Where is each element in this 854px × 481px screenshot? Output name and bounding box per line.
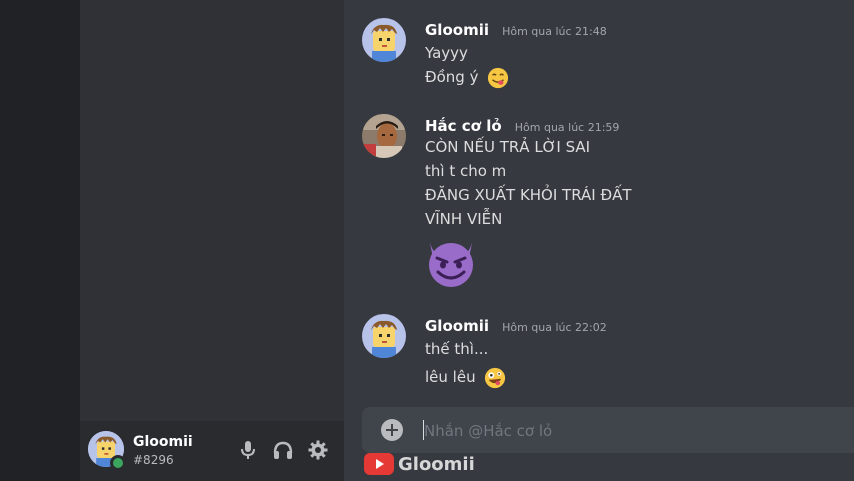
message-timestamp: Hôm qua lúc 22:02 — [502, 321, 607, 334]
message-input[interactable] — [422, 415, 846, 447]
message-author[interactable]: Hắc cơ lỏ — [425, 117, 502, 135]
avatar[interactable] — [362, 114, 406, 158]
zany-face-icon — [485, 367, 506, 388]
panel-user-tag: #8296 — [133, 453, 174, 467]
yum-face-icon — [488, 67, 509, 88]
message-text: thế thì... — [425, 340, 489, 358]
avatar[interactable] — [362, 18, 406, 62]
message-timestamp: Hôm qua lúc 21:59 — [514, 121, 620, 134]
add-attachment-icon[interactable] — [380, 418, 404, 442]
chat-area: Gloomii Hôm qua lúc 21:48 Yayyy Đồng ý H… — [344, 0, 854, 481]
online-status-indicator — [110, 455, 126, 471]
message-text: Đồng ý — [425, 68, 479, 86]
message-text: thì t cho m — [425, 162, 507, 180]
message-text-row: Đồng ý — [425, 66, 509, 88]
message-text: ĐĂNG XUẤT KHỎI TRÁI ĐẤT — [425, 186, 632, 204]
message-composer — [362, 407, 854, 453]
headphones-icon — [273, 441, 293, 459]
message-author[interactable]: Gloomii — [425, 317, 489, 335]
gear-icon — [308, 440, 328, 460]
message-text: VĨNH VIỄN — [425, 210, 503, 228]
message-text-row: lêu lêu — [425, 366, 506, 388]
panel-username: Gloomii — [133, 434, 193, 450]
watermark-text: Gloomii — [398, 453, 475, 475]
watermark: Gloomii — [364, 452, 475, 476]
message-timestamp: Hôm qua lúc 21:48 — [502, 25, 607, 38]
microphone-icon — [241, 441, 255, 459]
channel-sidebar: Gloomii #8296 — [80, 0, 344, 481]
avatar[interactable] — [362, 314, 406, 358]
message-text: Yayyy — [425, 44, 468, 62]
message-author[interactable]: Gloomii — [425, 21, 489, 39]
user-panel: Gloomii #8296 — [80, 421, 344, 481]
text-caret — [423, 420, 424, 440]
server-rail — [0, 0, 80, 481]
message-text: CÒN NẾU TRẢ LỜI SAI — [425, 138, 591, 156]
message-text: lêu lêu — [425, 368, 476, 386]
smiling-imp-icon — [429, 238, 473, 287]
headphones-button[interactable] — [270, 437, 296, 463]
youtube-logo-icon — [364, 453, 394, 475]
settings-button[interactable] — [305, 437, 331, 463]
microphone-button[interactable] — [235, 437, 261, 463]
